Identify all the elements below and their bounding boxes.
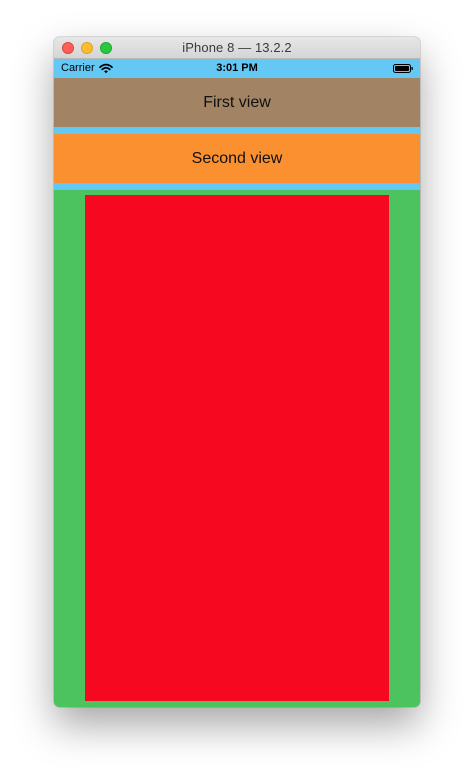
green-container-view [54,190,420,707]
status-bar: Carrier 3:01 PM [54,59,420,78]
app-content: First view Second view [54,78,420,707]
first-view: First view [54,78,420,127]
window-title: iPhone 8 — 13.2.2 [182,40,292,55]
status-time: 3:01 PM [216,62,258,74]
battery-icon [393,64,413,73]
red-view [85,195,389,701]
first-view-label: First view [203,93,271,111]
separator-strip [54,183,420,190]
window-titlebar[interactable]: iPhone 8 — 13.2.2 [54,37,420,59]
separator-strip [54,127,420,134]
second-view-label: Second view [191,149,283,167]
second-view: Second view [54,134,420,183]
simulator-window: iPhone 8 — 13.2.2 Carrier 3:01 PM First … [54,37,420,707]
